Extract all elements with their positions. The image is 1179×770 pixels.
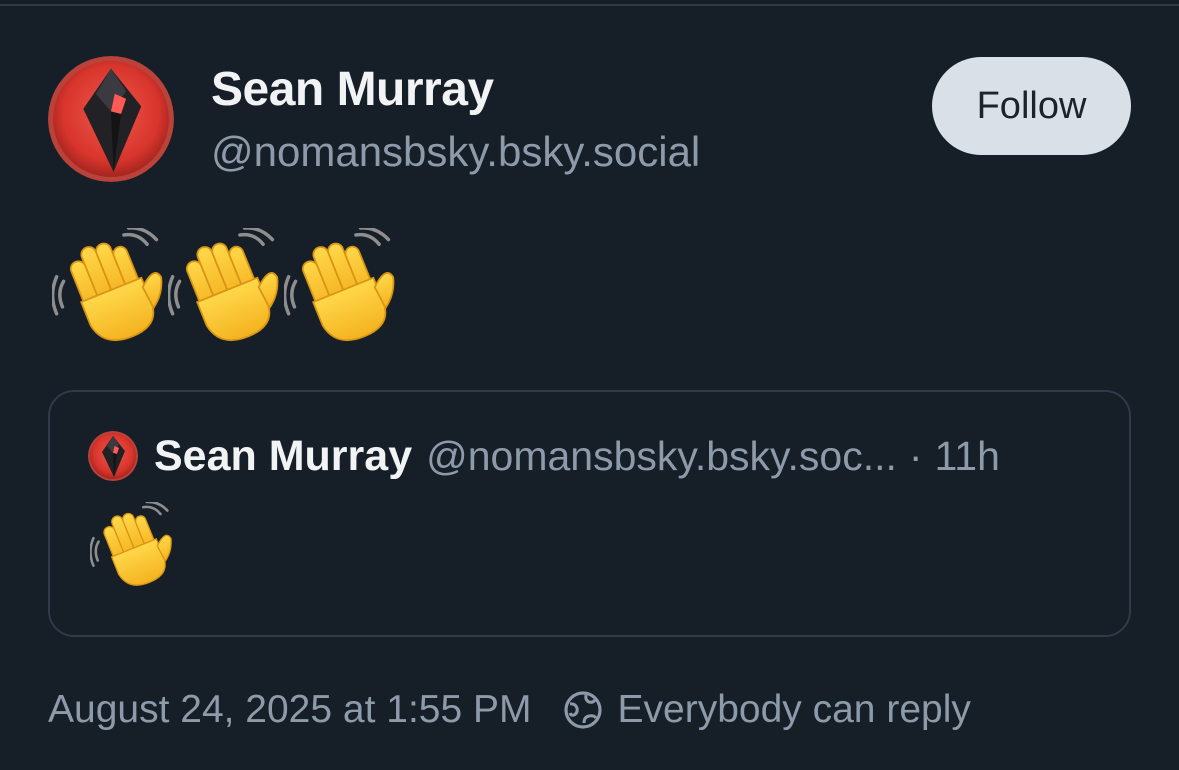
reply-settings[interactable]: Everybody can reply xyxy=(562,684,971,736)
quoted-post-header: Sean Murray @nomansbsky.bsky.soc... · 11… xyxy=(88,430,1000,482)
quoted-author-name[interactable]: Sean Murray xyxy=(154,430,412,482)
waving-hand-emoji xyxy=(168,228,284,344)
quoted-post-card[interactable]: Sean Murray @nomansbsky.bsky.soc... · 11… xyxy=(48,390,1131,637)
reply-setting-label: Everybody can reply xyxy=(617,688,971,731)
waving-hand-emoji xyxy=(284,228,400,344)
top-divider xyxy=(0,0,1179,6)
waving-hand-emoji xyxy=(90,502,176,588)
waving-hand-emoji xyxy=(52,228,168,344)
globe-icon xyxy=(563,691,602,729)
follow-button[interactable]: Follow xyxy=(932,57,1131,155)
author-avatar[interactable] xyxy=(48,56,174,182)
post-detail: Sean Murray @nomansbsky.bsky.social Foll… xyxy=(0,0,1179,770)
quoted-post-time[interactable]: 11h xyxy=(935,430,1000,482)
diamond-logo-icon xyxy=(88,431,138,481)
author-name[interactable]: Sean Murray xyxy=(211,62,494,118)
quoted-author-avatar[interactable] xyxy=(88,431,138,481)
post-meta: August 24, 2025 at 1:55 PM Everybody can… xyxy=(48,684,971,736)
quoted-author-handle[interactable]: @nomansbsky.bsky.soc... xyxy=(426,430,897,482)
separator-dot: · xyxy=(908,433,923,479)
post-timestamp: August 24, 2025 at 1:55 PM xyxy=(48,688,532,731)
post-text xyxy=(52,226,400,346)
diamond-logo-icon xyxy=(48,56,174,182)
author-handle[interactable]: @nomansbsky.bsky.social xyxy=(211,126,700,178)
quoted-post-text xyxy=(90,502,176,593)
